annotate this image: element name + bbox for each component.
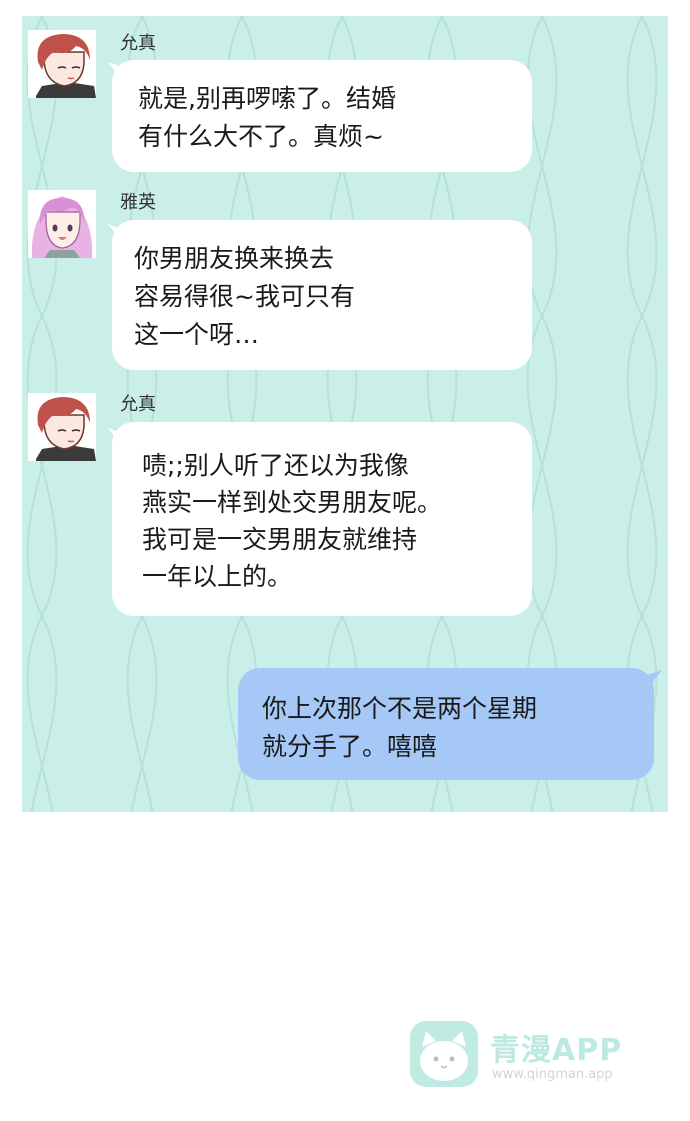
self-message-bubble: 你上次那个不是两个星期 就分手了。嘻嘻: [238, 668, 654, 780]
watermark-url: www.qingman.app: [492, 1067, 613, 1082]
girl-avatar-icon: [28, 190, 96, 258]
cat-logo-icon: [410, 1021, 478, 1087]
chat-panel: 允真 就是,别再啰嗦了。结婚 有什么大不了。真烦~ 雅英 你男朋友换来换去 容易…: [22, 16, 668, 812]
message-bubble: 啧;;别人听了还以为我像 燕实一样到处交男朋友呢。 我可是一交男朋友就维持 一年…: [112, 422, 532, 616]
sender-name: 雅英: [120, 192, 156, 213]
yunzhen-avatar[interactable]: [28, 30, 96, 98]
boy-avatar-icon: [28, 393, 96, 461]
yaying-avatar[interactable]: [28, 190, 96, 258]
watermark-title: 青漫APP: [490, 1033, 623, 1068]
sender-name: 允真: [120, 33, 156, 54]
sender-name: 允真: [120, 394, 156, 415]
watermark: 青漫APP www.qingman.app: [408, 1017, 648, 1097]
boy-avatar-icon: [28, 30, 96, 98]
message-bubble: 你男朋友换来换去 容易得很~我可只有 这一个呀…: [112, 220, 532, 370]
yunzhen-avatar[interactable]: [28, 393, 96, 461]
message-bubble: 就是,别再啰嗦了。结婚 有什么大不了。真烦~: [112, 60, 532, 172]
